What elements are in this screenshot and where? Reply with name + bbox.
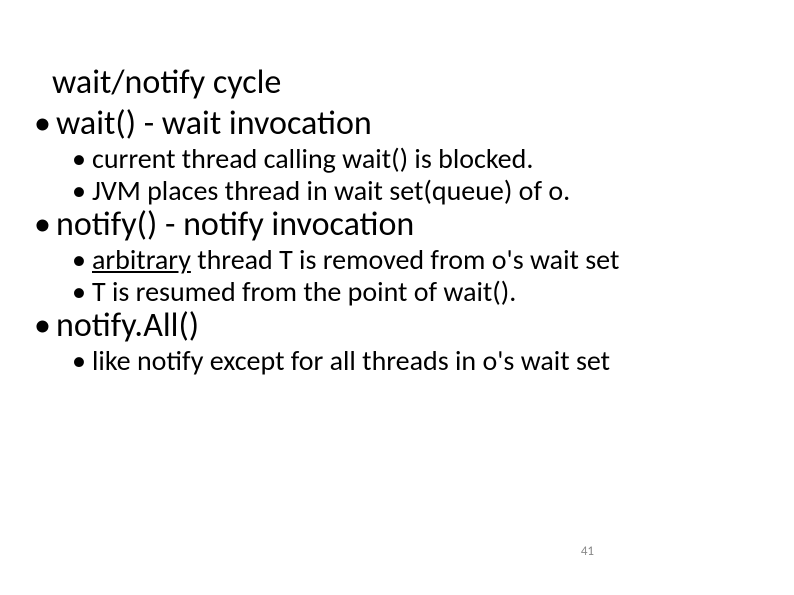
bullet-notify: •notify() - notify invocation: [34, 207, 760, 244]
sub-bullet-underlined: arbitrary: [92, 242, 191, 277]
bullet-icon: •: [72, 175, 92, 207]
bullet-icon: •: [72, 276, 92, 308]
sub-bullet: •current thread calling wait() is blocke…: [72, 143, 760, 175]
bullet-icon: •: [72, 244, 92, 276]
page-number: 41: [581, 544, 594, 559]
bullet-text: wait() - wait invocation: [56, 103, 372, 144]
slide-content: •wait() - wait invocation •current threa…: [34, 106, 760, 377]
sub-bullet-post: thread T is removed from o's wait set: [191, 242, 619, 277]
bullet-icon: •: [34, 207, 56, 244]
bullet-notifyall: •notify.All(): [34, 308, 760, 345]
sub-bullet-text: JVM places thread in wait set(queue) of …: [92, 173, 570, 208]
slide-title: wait/notify cycle: [52, 62, 281, 103]
bullet-icon: •: [34, 308, 56, 345]
sub-bullet-pre: T is resumed from the point of wait().: [92, 274, 516, 309]
bullet-icon: •: [34, 106, 56, 143]
bullet-wait: •wait() - wait invocation: [34, 106, 760, 143]
sub-bullet: •JVM places thread in wait set(queue) of…: [72, 175, 760, 207]
bullet-text: notify() - notify invocation: [56, 204, 414, 245]
bullet-text: notify.All(): [56, 305, 199, 346]
bullet-icon: •: [72, 143, 92, 175]
sub-bullet: •T is resumed from the point of wait().: [72, 276, 760, 308]
sub-bullet: •arbitrary thread T is removed from o's …: [72, 244, 760, 276]
sub-bullet-text: like notify except for all threads in o'…: [92, 343, 610, 378]
bullet-icon: •: [72, 345, 92, 377]
sub-bullet-text: current thread calling wait() is blocked…: [92, 141, 533, 176]
slide: wait/notify cycle •wait() - wait invocat…: [0, 0, 794, 595]
sub-bullet: •like notify except for all threads in o…: [72, 345, 760, 377]
